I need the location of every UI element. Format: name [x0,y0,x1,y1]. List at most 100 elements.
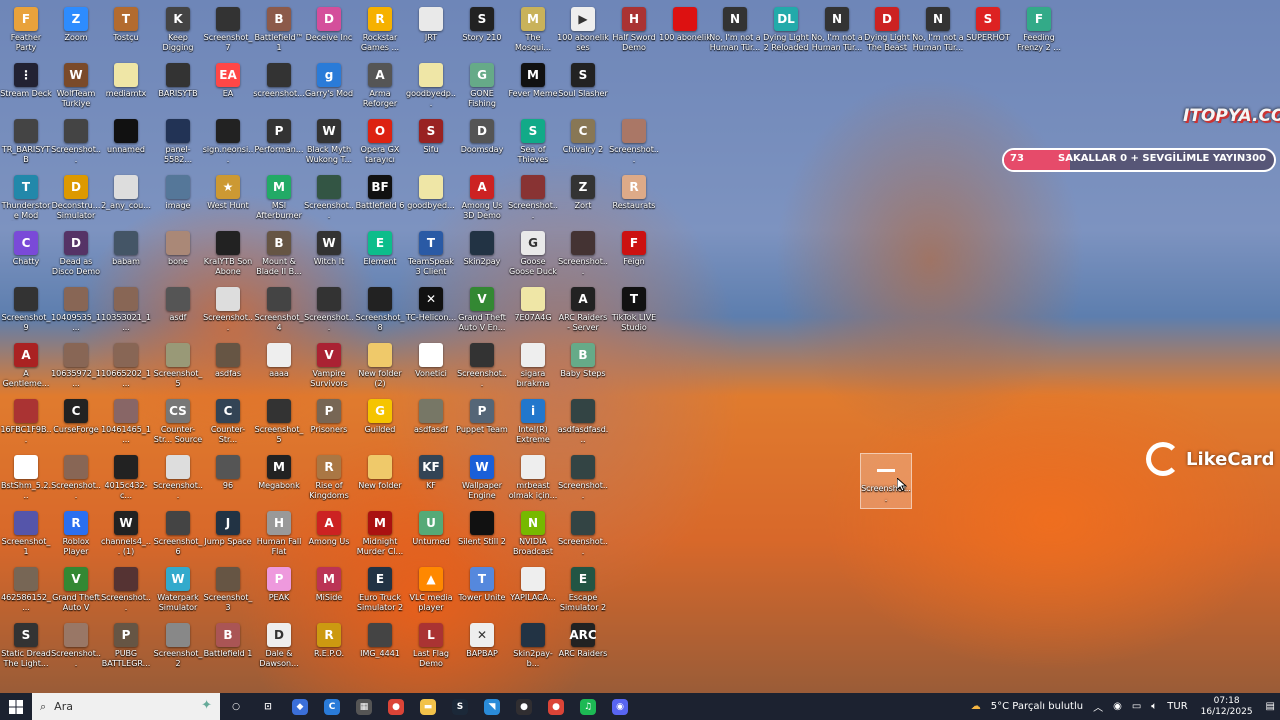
desktop-icon[interactable]: Screenshot_2 [152,619,204,675]
desktop-icon[interactable]: bone [152,227,204,283]
desktop-icon[interactable]: B Battlefield™ 1 [253,3,305,59]
desktop-icon[interactable]: G Goose Goose Duck [507,227,559,283]
desktop-icon[interactable]: N NVIDIA Broadcast [507,507,559,563]
desktop-icon[interactable]: M MiSide [303,563,355,619]
desktop-icon[interactable]: C Counter-Str... [202,395,254,451]
language-indicator[interactable]: TUR [1162,701,1192,712]
desktop-icon[interactable]: W Waterpark Simulator [152,563,204,619]
desktop-icon[interactable]: 7E07A4G [507,283,559,339]
weather-icon[interactable]: ☁ [966,701,986,712]
desktop-icon[interactable]: C Chatty [0,227,52,283]
desktop-icon[interactable]: F Feeding Frenzy 2 ... [1013,3,1065,59]
desktop-icon[interactable]: Screenshot_7 [202,3,254,59]
desktop-icon[interactable]: T Tostçu [100,3,152,59]
desktop-icon[interactable]: Vonetici [405,339,457,395]
desktop-icon[interactable]: Screenshot... [50,115,102,171]
desktop-icon[interactable]: E Euro Truck Simulator 2 [354,563,406,619]
desktop-icon[interactable]: D Dale & Dawson... [253,619,305,675]
notifications-icon[interactable]: ▤ [1261,701,1280,712]
desktop-icon[interactable]: Screenshot_5 [253,395,305,451]
file-explorer-button[interactable]: ▬ [412,693,444,720]
desktop-icon[interactable]: Z Zort [557,171,609,227]
desktop-icon[interactable]: S Story 210 [456,3,508,59]
desktop-icon[interactable]: Screenshot_6 [152,507,204,563]
desktop-icon[interactable]: E Escape Simulator 2 [557,563,609,619]
desktop-icon[interactable]: New folder [354,451,406,507]
desktop-icon[interactable]: aaaa [253,339,305,395]
desktop-icon[interactable]: A Arma Reforger [354,59,406,115]
desktop-icon[interactable]: BstShm_5.2... [0,451,52,507]
desktop-icon[interactable]: B Battlefield 1 [202,619,254,675]
desktop-icon[interactable]: P PUBG BATTLEGR... [100,619,152,675]
desktop-icon[interactable]: sign.neonsi... [202,115,254,171]
desktop-icon[interactable]: mediamtx [100,59,152,115]
desktop-icon[interactable]: Silent Still 2 [456,507,508,563]
taskbar-search-box[interactable]: ⌕ Ara ✦ [32,693,220,720]
desktop-icon[interactable]: D Doomsday [456,115,508,171]
desktop-icon[interactable]: Screenshot... [303,171,355,227]
desktop-icon[interactable]: G Guilded [354,395,406,451]
desktop-icon[interactable]: ★ West Hunt [202,171,254,227]
desktop-icon[interactable]: IMG_4441 [354,619,406,675]
desktop-icon[interactable]: JRT [405,3,457,59]
desktop-icon[interactable]: CS Counter-Str... Source [152,395,204,451]
desktop-icon[interactable]: TR_BARISYTB [0,115,52,171]
desktop-icon[interactable]: Screenshot... [608,115,660,171]
desktop-icon[interactable]: B Mount & Blade II B... [253,227,305,283]
desktop-icon[interactable]: W Witch It [303,227,355,283]
desktop-icon[interactable]: Screenshot... [100,563,152,619]
chevron-up-icon[interactable]: ︿ [1088,699,1108,714]
volume-icon[interactable]: 🔈︎ [1146,701,1162,712]
desktop-icon[interactable]: Screenshot... [50,451,102,507]
desktop-icon[interactable]: 462586152_... [0,563,52,619]
desktop-icon[interactable]: P PEAK [253,563,305,619]
desktop-icon[interactable]: ✕ BAPBAP [456,619,508,675]
desktop-icon[interactable]: A ARC Raiders - Server Slam [557,283,609,339]
start-button[interactable] [0,693,32,720]
desktop-icon[interactable]: BARISYTB [152,59,204,115]
desktop-icon[interactable]: Screenshot_3 [202,563,254,619]
cortana-button[interactable]: ○ [220,693,252,720]
desktop-icon[interactable]: C Chivalry 2 [557,115,609,171]
desktop-icon[interactable]: N No, I'm not a Human Tür... [811,3,863,59]
desktop-icon[interactable]: Screenshot_8 [354,283,406,339]
desktop-icon[interactable]: T TeamSpeak 3 Client [405,227,457,283]
desktop-icon[interactable]: Screenshot... [557,227,609,283]
desktop-icon[interactable]: R Rockstar Games ... [354,3,406,59]
desktop-icon[interactable]: BF Battlefield 6 [354,171,406,227]
desktop-icon[interactable]: S Sifu [405,115,457,171]
desktop-icon[interactable]: O Opera GX tarayıcı [354,115,406,171]
app-button-3[interactable]: ◥ [476,693,508,720]
app-button-2[interactable]: C [316,693,348,720]
desktop-icon[interactable]: J Jump Space [202,507,254,563]
desktop-icon[interactable]: P Puppet Team [456,395,508,451]
desktop-icon[interactable]: Screenshot... [557,451,609,507]
desktop-icon[interactable]: G GONE Fishing [456,59,508,115]
desktop-icon[interactable]: N No, I'm not a Human Tür... [912,3,964,59]
desktop-icon[interactable]: YAPILACA... [507,563,559,619]
desktop-icon[interactable]: M Fever Meme [507,59,559,115]
spotify-button[interactable]: ♫ [572,693,604,720]
desktop-icon[interactable]: KF KF [405,451,457,507]
desktop-icon[interactable]: S Static Dread The Light... [0,619,52,675]
chrome-button[interactable]: ● [380,693,412,720]
desktop-icon[interactable]: 10461465_1... [100,395,152,451]
desktop-icon[interactable]: Screenshot... [303,283,355,339]
desktop-icon[interactable]: V Vampire Survivors [303,339,355,395]
desktop-icon[interactable]: Screenshot... [202,283,254,339]
desktop-icon[interactable]: H Half Sword Demo [608,3,660,59]
desktop-icon[interactable]: EA EA [202,59,254,115]
desktop-icon[interactable]: 10353021_1... [100,283,152,339]
desktop-icon[interactable]: A Among Us [303,507,355,563]
desktop-icon[interactable]: T Thunderstore Mod Mana... [0,171,52,227]
desktop-icon[interactable]: sigara bırakma [507,339,559,395]
desktop-icon[interactable]: asdfasdfasd... [557,395,609,451]
chrome-button-2[interactable]: ● [540,693,572,720]
desktop-icon[interactable]: ▶ 100 abonelik ses [557,3,609,59]
desktop-icon[interactable]: ⋮ Stream Deck [0,59,52,115]
desktop-icon[interactable]: K Keep Digging [152,3,204,59]
desktop-icon[interactable]: 10409535_1... [50,283,102,339]
desktop-icon[interactable]: A A Gentleme... [0,339,52,395]
desktop-icon[interactable]: W WolfTeam Turkiye [50,59,102,115]
desktop-icon[interactable]: D Dying Light The Beast [861,3,913,59]
